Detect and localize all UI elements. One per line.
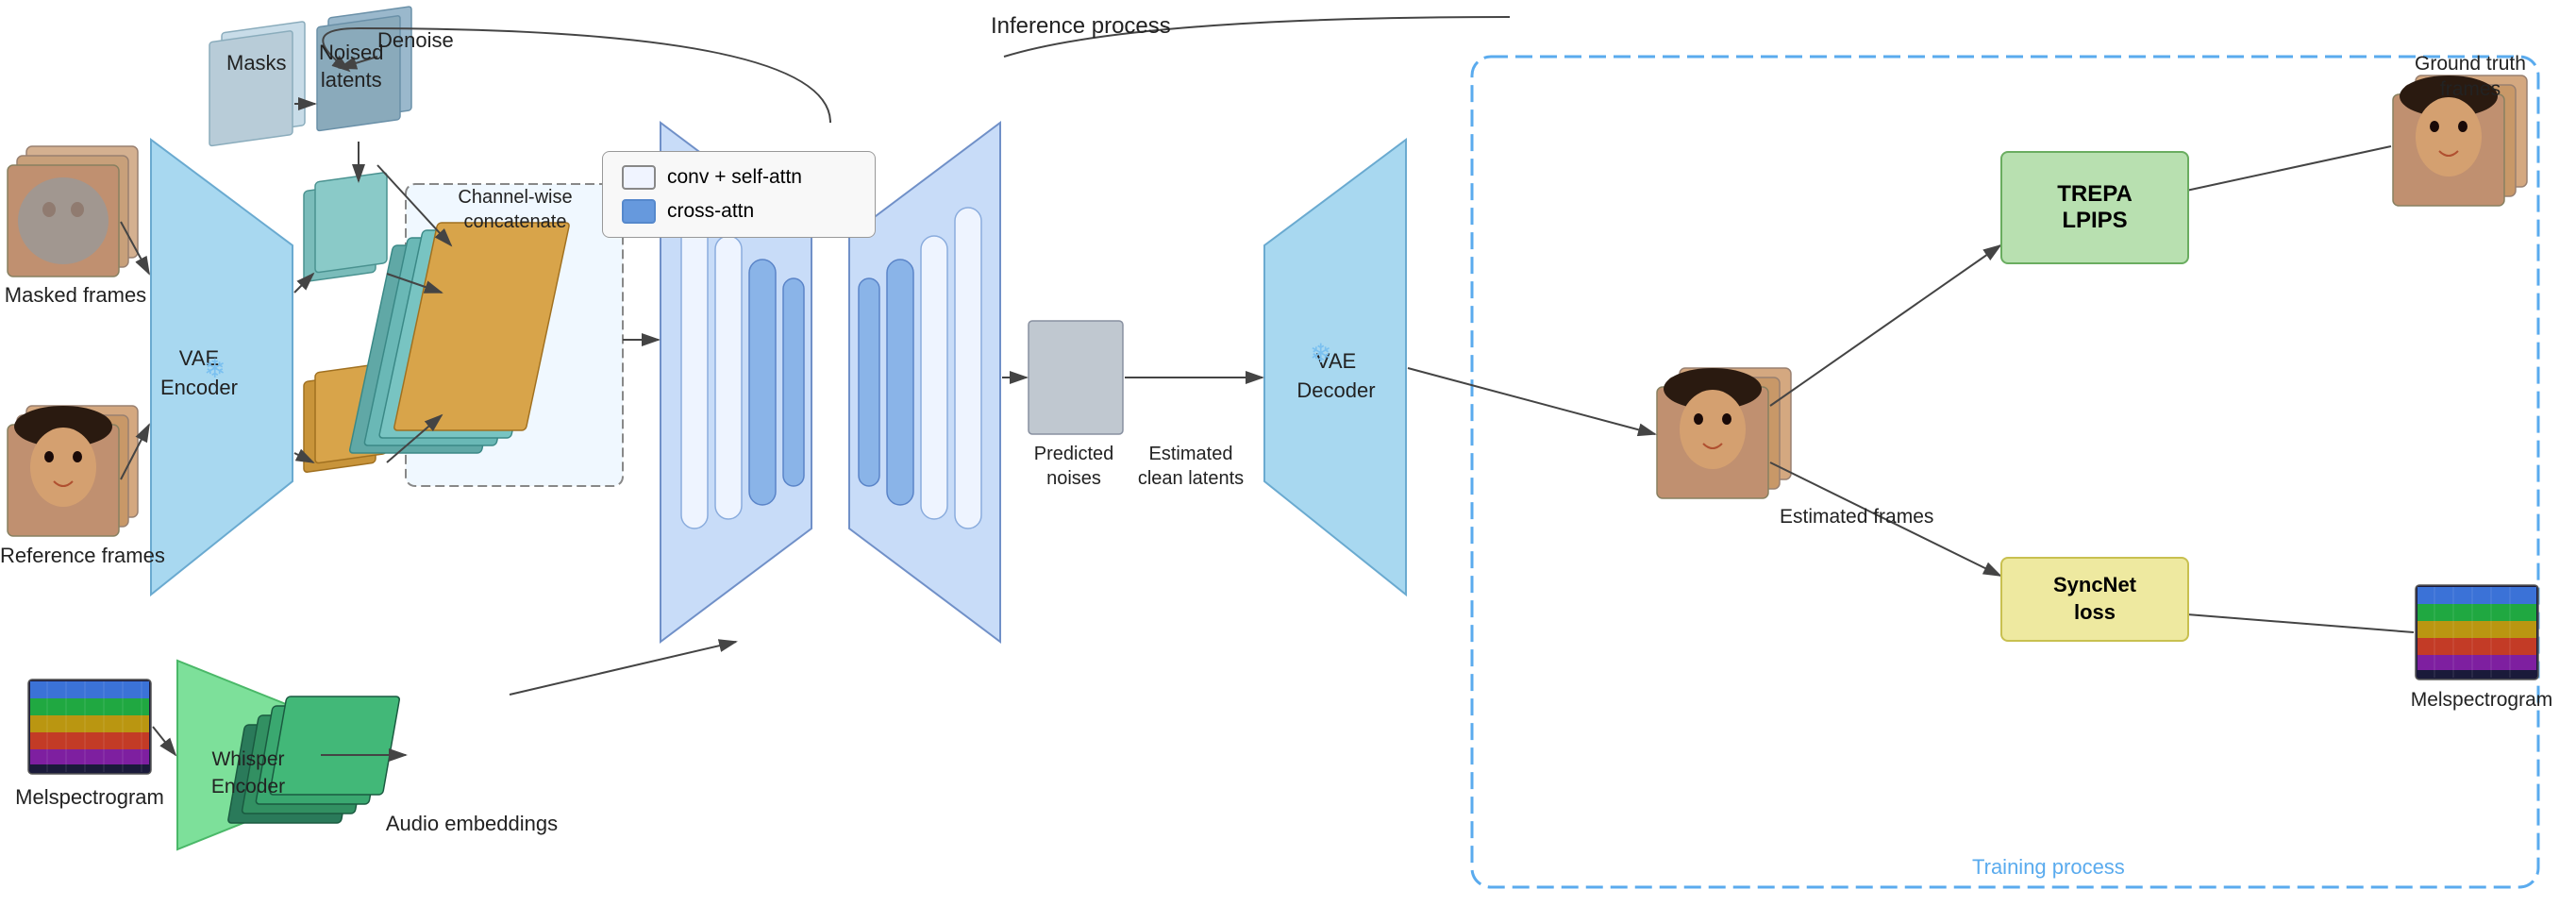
masked-frames-label: Masked frames xyxy=(0,283,151,308)
syncnet-loss-box: SyncNet loss xyxy=(2000,557,2189,642)
vae-decoder-snowflake: ❄ xyxy=(1310,338,1331,369)
diagram-container: Masks Noised latents Denoise Masked fram… xyxy=(0,0,2576,923)
lpips-label: LPIPS xyxy=(2062,208,2127,234)
diagram-svg xyxy=(0,0,2576,923)
masks-label: Masks xyxy=(226,51,287,76)
vae-encoder-snowflake: ❄ xyxy=(204,353,226,384)
legend-conv-label: conv + self-attn xyxy=(667,166,802,189)
legend-cross-label: cross-attn xyxy=(667,200,754,223)
predicted-noises-label: Predicted noises xyxy=(1008,442,1140,491)
legend-cross-item: cross-attn xyxy=(622,199,856,224)
melspectrogram-right-label: Melspectrogram xyxy=(2397,689,2567,712)
denoise-label: Denoise xyxy=(377,28,454,53)
syncnet-label: SyncNet loss xyxy=(2053,572,2136,626)
legend-cross-icon xyxy=(622,199,656,224)
training-process-label: Training process xyxy=(1972,855,2125,880)
melspectrogram-bottom-label: Melspectrogram xyxy=(14,785,165,810)
legend-box: conv + self-attn cross-attn xyxy=(602,151,876,238)
trepa-label: TREPA xyxy=(2057,181,2133,208)
legend-conv-item: conv + self-attn xyxy=(622,165,856,190)
whisper-encoder-label: Whisper Encoder xyxy=(187,746,309,801)
trepa-lpips-box: TREPA LPIPS xyxy=(2000,151,2189,264)
vae-decoder-label: VAE Decoder xyxy=(1270,347,1402,406)
channel-wise-label: Channel-wise concatenate xyxy=(410,185,621,234)
audio-embeddings-label: Audio embeddings xyxy=(359,812,585,836)
estimated-frames-label: Estimated frames xyxy=(1780,506,1931,529)
ground-truth-frames-label: Ground truth frames xyxy=(2385,51,2555,103)
noised-latents-label: Noised latents xyxy=(319,40,383,93)
inference-process-label: Inference process xyxy=(991,13,1171,40)
reference-frames-label: Reference frames xyxy=(0,544,151,568)
legend-conv-icon xyxy=(622,165,656,190)
estimated-clean-label: Estimated clean latents xyxy=(1125,442,1257,491)
vae-encoder-label: VAE Encoder xyxy=(160,344,238,403)
